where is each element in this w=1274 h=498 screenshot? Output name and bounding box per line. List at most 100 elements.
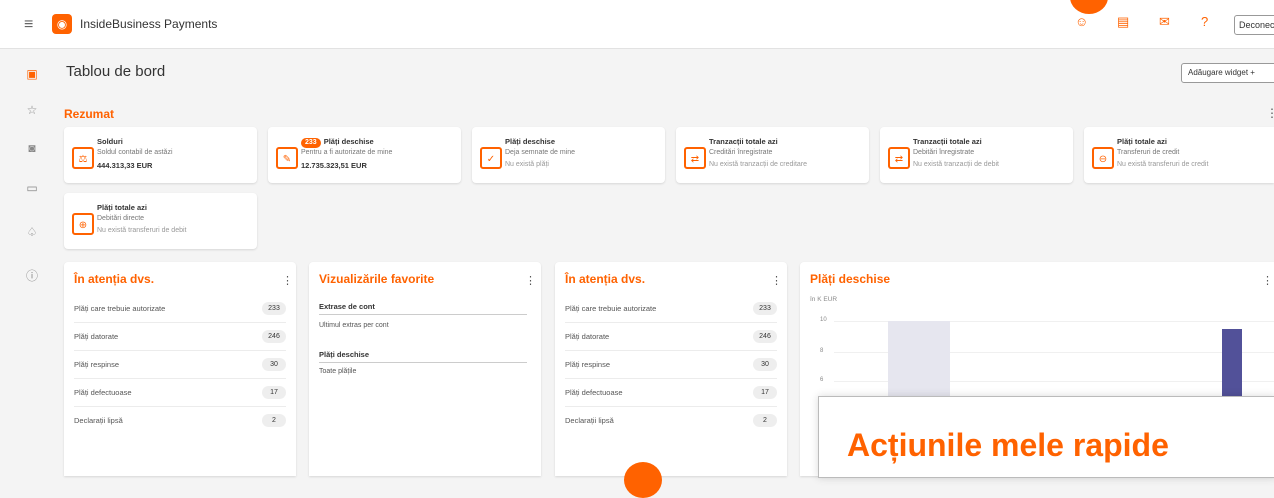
summary-title: Rezumat — [64, 107, 115, 121]
chart-unit-label: în K EUR — [810, 296, 838, 303]
list-item[interactable]: Plăți care trebuie autorizate 233 — [565, 298, 777, 323]
card-title: Tranzacții totale azi — [709, 137, 778, 146]
favorites-group-heading: Plăți deschise — [319, 350, 370, 359]
sidebar: ▣ ☆ ◙ ▭ ♤ ⓘ — [0, 49, 62, 476]
list-item[interactable]: Declarații lipsă 2 — [565, 410, 777, 434]
divider — [319, 314, 527, 315]
count-badge: 246 — [753, 330, 777, 343]
widget-menu-icon[interactable]: ⋮ — [525, 274, 536, 287]
favorite-link[interactable]: Toate plățile — [319, 368, 356, 375]
star-icon[interactable]: ☆ — [24, 103, 40, 117]
hamburger-icon[interactable]: ≡ — [24, 16, 33, 34]
item-label: Plăți care trebuie autorizate — [565, 304, 657, 313]
logo-icon: ◉ — [52, 14, 72, 34]
card-subtitle: Soldul contabil de astăzi — [97, 149, 173, 156]
summary-card-credit-transactions[interactable]: ⇄ Tranzacții totale azi Creditări înregi… — [676, 127, 869, 183]
favorites-group-heading: Extrase de cont — [319, 302, 375, 311]
y-tick-label: 10 — [820, 317, 827, 323]
item-label: Declarații lipsă — [565, 416, 614, 425]
list-item[interactable]: Declarații lipsă 2 — [74, 410, 286, 434]
money-check-icon: ✓ — [480, 147, 502, 169]
card-value: Nu există transferuri de credit — [1117, 161, 1209, 168]
count-badge: 30 — [753, 358, 777, 371]
approvals-icon[interactable]: ▤ — [1117, 14, 1129, 30]
card-value: Nu există tranzacții de debit — [913, 161, 999, 168]
card-value: Nu există tranzacții de creditare — [709, 161, 808, 168]
card-title: Plăți deschise — [505, 137, 556, 146]
card-subtitle: Pentru a fi autorizate de mine — [301, 149, 393, 156]
y-tick-label: 6 — [820, 377, 824, 383]
card-value: 12.735.323,51 EUR — [301, 161, 367, 170]
card-subtitle: Transferuri de credit — [1117, 149, 1180, 156]
money-minus-icon: ⊖ — [1092, 147, 1114, 169]
widget-title: În atenția dvs. — [565, 272, 646, 286]
summary-card-credit-transfers[interactable]: ⊖ Plăți totale azi Transferuri de credit… — [1084, 127, 1274, 183]
card-subtitle: Debitări directe — [97, 215, 145, 222]
item-label: Plăți care trebuie autorizate — [74, 304, 166, 313]
transfer-minus-icon: ⇄ — [888, 147, 910, 169]
attention-widget: În atenția dvs. ⋮ Plăți care trebuie aut… — [64, 262, 296, 476]
list-item[interactable]: Plăți respinse 30 — [565, 354, 777, 379]
dashboard-icon[interactable]: ▣ — [24, 67, 40, 81]
card-subtitle: Creditări înregistrate — [709, 149, 773, 156]
item-label: Plăți datorate — [565, 332, 610, 341]
favorite-link[interactable]: Ultimul extras per cont — [319, 322, 389, 329]
wallet-icon[interactable]: ◙ — [24, 141, 40, 155]
widget-title: Plăți deschise — [810, 272, 891, 286]
summary-card-open-payments-signed[interactable]: ✓ Plăți deschise Deja semnate de mine Nu… — [472, 127, 665, 183]
scale-icon: ⚖ — [72, 147, 94, 169]
list-item[interactable]: Plăți defectuoase 17 — [74, 382, 286, 407]
count-badge: 2 — [262, 414, 286, 427]
app-title: InsideBusiness Payments — [80, 17, 218, 31]
tour-indicator — [624, 462, 662, 498]
widget-title: În atenția dvs. — [74, 272, 155, 286]
card-value: Nu există plăți — [505, 161, 549, 168]
divider — [319, 362, 527, 363]
count-badge: 2 — [753, 414, 777, 427]
card-icon[interactable]: ▭ — [24, 181, 40, 195]
count-badge: 233 — [753, 302, 777, 315]
mail-icon[interactable]: ✉ — [1159, 14, 1170, 30]
popup-title: Acțiunile mele rapide — [847, 427, 1169, 463]
count-badge: 17 — [262, 386, 286, 399]
list-item[interactable]: Plăți datorate 246 — [74, 326, 286, 351]
transfer-plus-icon: ⇄ — [684, 147, 706, 169]
list-item[interactable]: Plăți datorate 246 — [565, 326, 777, 351]
logout-button[interactable]: Deconectare — [1234, 15, 1274, 35]
summary-card-direct-debits[interactable]: ⊕ Plăți totale azi Debitări directe Nu e… — [64, 193, 257, 249]
summary-card-debit-transactions[interactable]: ⇄ Tranzacții totale azi Debitări înregis… — [880, 127, 1073, 183]
help-icon[interactable]: ? — [1201, 14, 1208, 29]
item-label: Plăți defectuoase — [74, 388, 132, 397]
card-title: Plăți totale azi — [1117, 137, 1168, 146]
card-value: 444.313,33 EUR — [97, 161, 153, 170]
list-item[interactable]: Plăți care trebuie autorizate 233 — [74, 298, 286, 323]
item-label: Plăți datorate — [74, 332, 119, 341]
summary-menu-icon[interactable]: ⋮ — [1266, 106, 1274, 120]
card-subtitle: Debitări înregistrate — [913, 149, 975, 156]
card-title: Solduri — [97, 137, 123, 146]
item-label: Declarații lipsă — [74, 416, 123, 425]
page-title: Tablou de bord — [66, 63, 166, 80]
list-item[interactable]: Plăți defectuoase 17 — [565, 382, 777, 407]
user-icon[interactable]: ☺ — [1075, 14, 1088, 29]
count-badge: 233 — [301, 138, 321, 148]
count-badge: 246 — [262, 330, 286, 343]
summary-card-balances[interactable]: ⚖ Solduri Soldul contabil de astăzi 444.… — [64, 127, 257, 183]
card-value: Nu există transferuri de debit — [97, 227, 187, 234]
item-label: Plăți respinse — [74, 360, 120, 369]
attention-widget: În atenția dvs. ⋮ Plăți care trebuie aut… — [555, 262, 787, 476]
list-item[interactable]: Plăți respinse 30 — [74, 354, 286, 379]
item-label: Plăți defectuoase — [565, 388, 623, 397]
bell-icon[interactable]: ♤ — [24, 225, 40, 239]
info-icon[interactable]: ⓘ — [24, 267, 40, 284]
card-title: 233 Plăți deschise — [301, 137, 374, 148]
count-badge: 17 — [753, 386, 777, 399]
widget-menu-icon[interactable]: ⋮ — [771, 274, 782, 287]
summary-card-open-payments-to-authorize[interactable]: ✎ 233 Plăți deschise Pentru a fi autoriza… — [268, 127, 461, 183]
favorites-widget: Vizualizările favorite ⋮ Extrase de cont… — [309, 262, 541, 476]
item-label: Plăți respinse — [565, 360, 611, 369]
widget-menu-icon[interactable]: ⋮ — [282, 274, 293, 287]
add-widget-button[interactable]: Adăugare widget + — [1181, 63, 1274, 83]
widget-menu-icon[interactable]: ⋮ — [1262, 274, 1273, 287]
card-title-text: Plăți deschise — [323, 137, 374, 146]
